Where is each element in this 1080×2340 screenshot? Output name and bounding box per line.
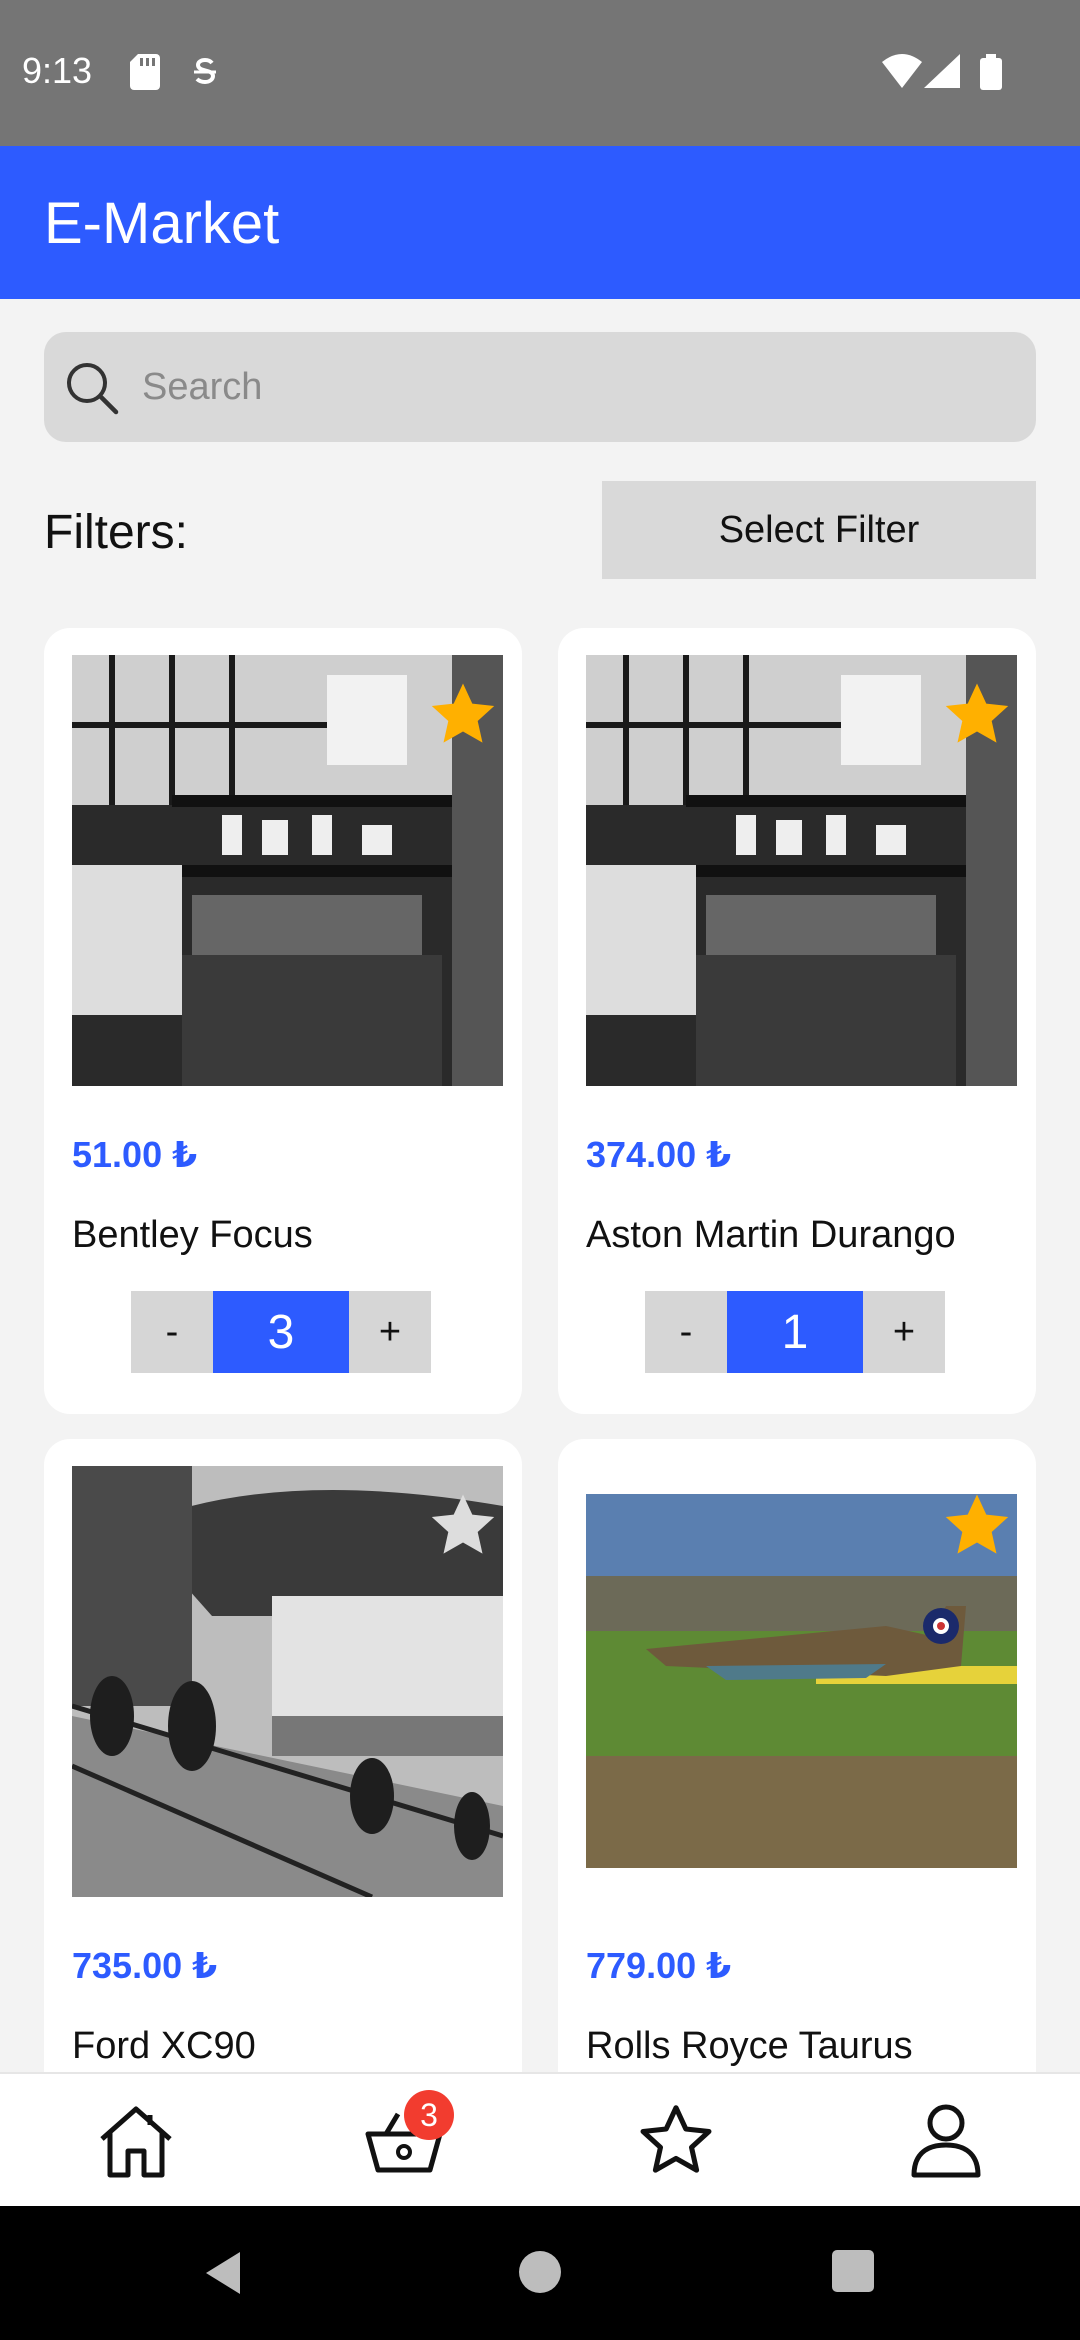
product-price: 735.00 ₺ [72,1945,218,1986]
home-icon [100,2106,172,2178]
product-price: 779.00 ₺ [586,1945,732,1986]
quantity-stepper: - 3 + [131,1291,431,1373]
cart-count-badge: 3 [404,2090,454,2140]
nav-cart[interactable]: 3 [354,2090,454,2186]
quantity-value: 1 [727,1291,863,1373]
home-circle-icon[interactable] [516,2248,564,2296]
product-name: Ford XC90 [72,2025,256,2067]
wifi-icon [882,54,922,88]
favorite-star-icon[interactable] [941,1490,1013,1562]
cell-signal-icon [924,54,960,88]
quantity-stepper: - 1 + [645,1291,945,1373]
product-card[interactable]: 779.00 ₺ Rolls Royce Taurus [558,1439,1036,2072]
product-image[interactable] [586,655,1017,1086]
increase-quantity-button[interactable]: + [863,1291,945,1373]
favorite-star-icon[interactable] [941,679,1013,751]
increase-quantity-button[interactable]: + [349,1291,431,1373]
favorite-star-icon[interactable] [427,679,499,751]
product-card[interactable]: 374.00 ₺ Aston Martin Durango - 1 + [558,628,1036,1414]
search-input[interactable] [142,332,1002,442]
product-card[interactable]: 735.00 ₺ Ford XC90 [44,1439,522,2072]
decrease-quantity-button[interactable]: - [645,1291,727,1373]
battery-icon [980,54,1002,90]
product-name: Aston Martin Durango [586,1214,956,1256]
bottom-nav: 3 [0,2072,1080,2206]
product-image[interactable] [586,1466,1017,1897]
product-price: 51.00 ₺ [72,1134,198,1175]
search-icon [67,363,119,415]
product-card[interactable]: 51.00 ₺ Bentley Focus - 3 + [44,628,522,1414]
product-name: Rolls Royce Taurus [586,2025,913,2067]
back-icon[interactable] [200,2248,250,2298]
status-bar: 9:13 [0,0,1080,146]
nav-home[interactable] [86,2096,186,2186]
product-grid[interactable]: 51.00 ₺ Bentley Focus - 3 + 374.00 ₺ Ast… [0,628,1080,2072]
sd-card-icon [130,54,160,90]
status-time: 9:13 [22,50,93,91]
app-title: E-Market [44,191,280,256]
search-box[interactable] [44,332,1036,442]
nav-favorites[interactable] [626,2096,726,2186]
decrease-quantity-button[interactable]: - [131,1291,213,1373]
star-outline-icon [640,2105,712,2173]
app-bar: E-Market [0,146,1080,299]
favorite-star-icon[interactable] [427,1490,499,1562]
s-badge-icon [194,57,216,85]
filters-label: Filters: [44,506,188,559]
profile-icon [911,2104,981,2178]
select-filter-button[interactable]: Select Filter [602,481,1036,579]
quantity-value: 3 [213,1291,349,1373]
system-nav-bar [0,2206,1080,2340]
product-image[interactable] [72,655,503,1086]
recent-apps-icon[interactable] [830,2248,876,2294]
nav-profile[interactable] [896,2096,996,2186]
product-name: Bentley Focus [72,1214,313,1256]
product-image[interactable] [72,1466,503,1897]
product-price: 374.00 ₺ [586,1134,732,1175]
